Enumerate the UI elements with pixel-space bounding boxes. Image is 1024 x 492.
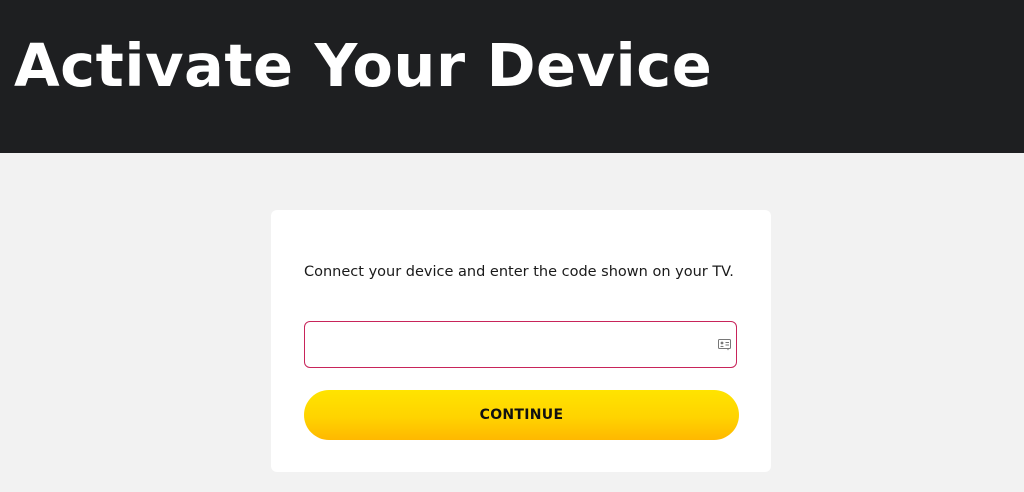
activation-code-field[interactable] xyxy=(304,321,737,368)
activation-code-input[interactable] xyxy=(315,328,705,361)
contact-card-autofill-icon[interactable] xyxy=(718,339,731,351)
page-title: Activate Your Device xyxy=(14,31,713,100)
continue-button[interactable]: CONTINUE xyxy=(304,390,739,440)
activation-card: Connect your device and enter the code s… xyxy=(271,210,771,472)
page-header: Activate Your Device xyxy=(0,0,1024,153)
activation-instruction: Connect your device and enter the code s… xyxy=(304,264,734,280)
